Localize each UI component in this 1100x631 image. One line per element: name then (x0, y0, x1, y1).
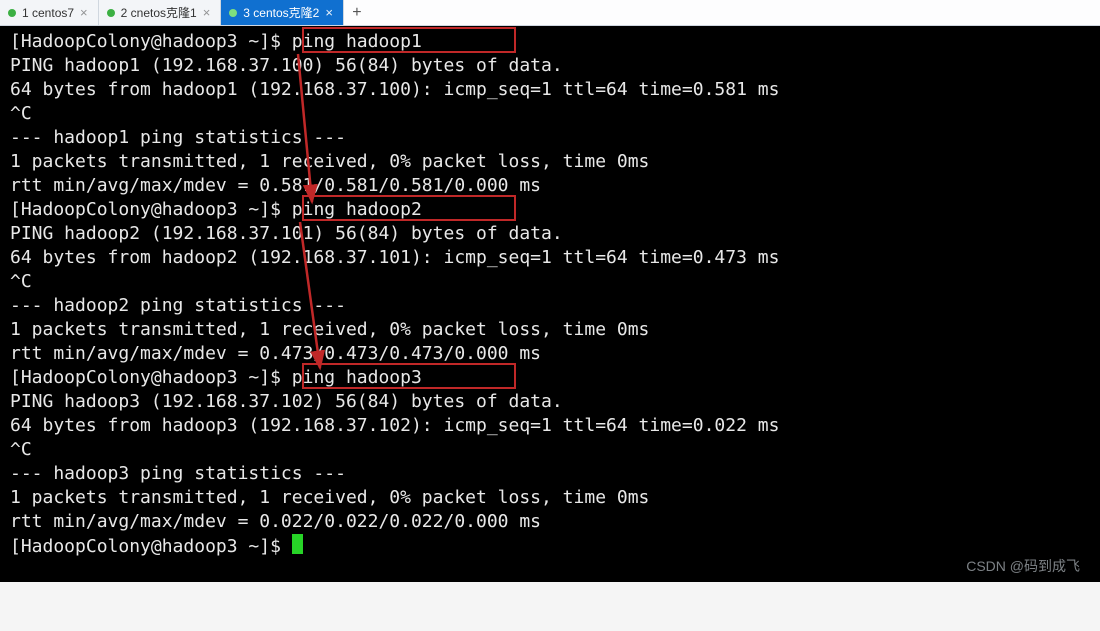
prompt: [HadoopColony@hadoop3 ~]$ (10, 367, 292, 388)
terminal-output: PING hadoop2 (192.168.37.101) 56(84) byt… (10, 223, 563, 244)
tab-3[interactable]: 3 centos克隆2 × (221, 0, 344, 25)
status-dot-icon (8, 9, 16, 17)
status-dot-icon (107, 9, 115, 17)
terminal-output: rtt min/avg/max/mdev = 0.581/0.581/0.581… (10, 175, 541, 196)
tab-2[interactable]: 2 cnetos克隆1 × (99, 0, 222, 25)
terminal-output: 64 bytes from hadoop3 (192.168.37.102): … (10, 415, 779, 436)
prompt: [HadoopColony@hadoop3 ~]$ (10, 31, 292, 52)
terminal-output: 1 packets transmitted, 1 received, 0% pa… (10, 319, 649, 340)
tab-bar: 1 centos7 × 2 cnetos克隆1 × 3 centos克隆2 × … (0, 0, 1100, 26)
terminal-output: 64 bytes from hadoop1 (192.168.37.100): … (10, 79, 779, 100)
terminal-output: rtt min/avg/max/mdev = 0.022/0.022/0.022… (10, 511, 541, 532)
new-tab-button[interactable]: + (344, 0, 370, 25)
terminal-output: PING hadoop1 (192.168.37.100) 56(84) byt… (10, 55, 563, 76)
command-text: ping hadoop3 (292, 367, 422, 388)
command-text: ping hadoop2 (292, 199, 422, 220)
terminal-output: ^C (10, 103, 32, 124)
tab-1[interactable]: 1 centos7 × (0, 0, 99, 25)
terminal-output: 1 packets transmitted, 1 received, 0% pa… (10, 151, 649, 172)
status-dot-icon (229, 9, 237, 17)
command-text: ping hadoop1 (292, 31, 422, 52)
terminal-output: PING hadoop3 (192.168.37.102) 56(84) byt… (10, 391, 563, 412)
close-icon[interactable]: × (325, 6, 333, 19)
terminal-output: --- hadoop2 ping statistics --- (10, 295, 346, 316)
terminal-output: 1 packets transmitted, 1 received, 0% pa… (10, 487, 649, 508)
tab-label: 3 centos克隆2 (243, 4, 319, 21)
close-icon[interactable]: × (203, 6, 211, 19)
terminal-output: 64 bytes from hadoop2 (192.168.37.101): … (10, 247, 779, 268)
cursor-icon (292, 534, 303, 554)
terminal[interactable]: [HadoopColony@hadoop3 ~]$ ping hadoop1 P… (0, 26, 1100, 582)
close-icon[interactable]: × (80, 6, 88, 19)
tab-label: 1 centos7 (22, 6, 74, 20)
terminal-output: --- hadoop3 ping statistics --- (10, 463, 346, 484)
terminal-output: ^C (10, 439, 32, 460)
prompt: [HadoopColony@hadoop3 ~]$ (10, 199, 292, 220)
terminal-output: --- hadoop1 ping statistics --- (10, 127, 346, 148)
terminal-output: rtt min/avg/max/mdev = 0.473/0.473/0.473… (10, 343, 541, 364)
tab-label: 2 cnetos克隆1 (121, 4, 197, 21)
prompt: [HadoopColony@hadoop3 ~]$ (10, 536, 292, 557)
terminal-output: ^C (10, 271, 32, 292)
